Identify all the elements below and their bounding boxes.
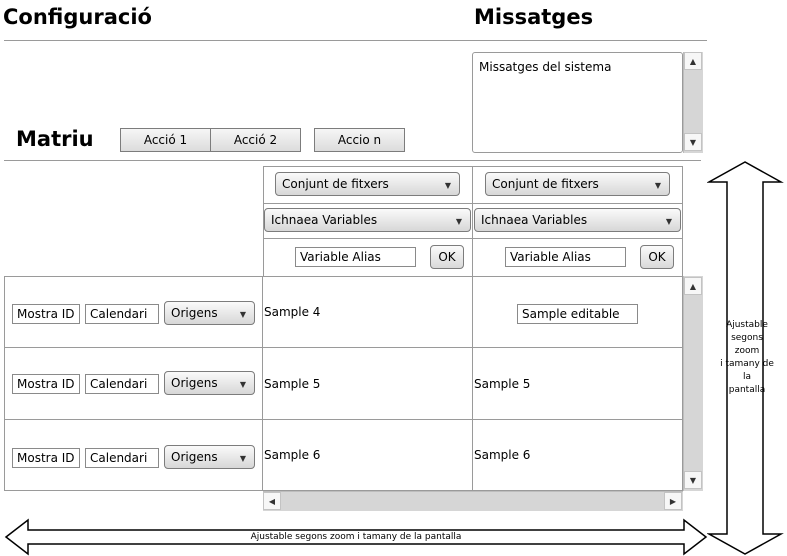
calendar-input[interactable]: Calendari xyxy=(85,374,159,394)
sample-cell: Sample 4 xyxy=(264,305,321,319)
horizontal-note: Ajustable segons zoom i tamany de la pan… xyxy=(250,532,462,542)
calendar-input[interactable]: Calendari xyxy=(85,448,159,468)
matrix-divider xyxy=(4,160,701,161)
messages-scrollbar[interactable]: ▲ ▼ xyxy=(683,52,703,153)
messages-box: Missatges del sistema xyxy=(472,52,683,153)
origins-select[interactable]: Origens ▼ xyxy=(164,301,255,325)
chevron-down-icon: ▼ xyxy=(239,454,246,463)
chevron-down-icon: ▼ xyxy=(444,181,451,190)
scroll-right-icon[interactable]: ▶ xyxy=(664,492,682,510)
action-1-button[interactable]: Acció 1 xyxy=(120,128,211,152)
origins-select[interactable]: Origens ▼ xyxy=(164,445,255,469)
grid-vertical-scrollbar[interactable]: ▲ ▼ xyxy=(683,276,703,491)
header-divider xyxy=(4,40,707,41)
chevron-down-icon: ▼ xyxy=(239,380,246,389)
ok-button-col2[interactable]: OK xyxy=(640,245,674,269)
messages-title: Missatges xyxy=(474,5,594,29)
sample-editable-input[interactable]: Sample editable xyxy=(517,304,638,324)
matrix-title: Matriu xyxy=(16,127,94,151)
scroll-up-icon[interactable]: ▲ xyxy=(684,52,702,70)
scroll-down-icon[interactable]: ▼ xyxy=(684,471,702,489)
scroll-down-icon[interactable]: ▼ xyxy=(684,133,702,151)
vertical-note: Ajustable segons zoom i tamany de la pan… xyxy=(720,320,774,395)
variable-alias-input-col2[interactable]: Variable Alias xyxy=(505,247,626,267)
messages-content: Missatges del sistema xyxy=(479,60,612,74)
action-n-button[interactable]: Accio n xyxy=(314,128,405,152)
chevron-down-icon: ▼ xyxy=(654,181,661,190)
sample-cell: Sample 5 xyxy=(264,377,321,391)
fileset-select-col2[interactable]: Conjunt de fitxers ▼ xyxy=(485,172,670,196)
fileset-select-col1[interactable]: Conjunt de fitxers ▼ xyxy=(275,172,460,196)
origins-select[interactable]: Origens ▼ xyxy=(164,371,255,395)
chevron-down-icon: ▼ xyxy=(665,217,672,226)
config-title: Configuració xyxy=(3,5,152,29)
action-2-button[interactable]: Acció 2 xyxy=(210,128,301,152)
calendar-input[interactable]: Calendari xyxy=(85,304,159,324)
chevron-down-icon: ▼ xyxy=(239,310,246,319)
ok-button-col1[interactable]: OK xyxy=(430,245,464,269)
sample-id-input[interactable]: Mostra ID xyxy=(12,374,80,394)
sample-cell: Sample 6 xyxy=(264,448,321,462)
sample-cell: Sample 6 xyxy=(474,448,531,462)
variables-select-col1[interactable]: Ichnaea Variables ▼ xyxy=(264,208,471,232)
variables-select-col2[interactable]: Ichnaea Variables ▼ xyxy=(474,208,681,232)
variable-alias-input-col1[interactable]: Variable Alias xyxy=(295,247,416,267)
grid-horizontal-scrollbar[interactable]: ◀ ▶ xyxy=(263,491,683,511)
sample-id-input[interactable]: Mostra ID xyxy=(12,448,80,468)
sample-id-input[interactable]: Mostra ID xyxy=(12,304,80,324)
chevron-down-icon: ▼ xyxy=(455,217,462,226)
sample-cell: Sample 5 xyxy=(474,377,531,391)
scroll-up-icon[interactable]: ▲ xyxy=(684,277,702,295)
scroll-left-icon[interactable]: ◀ xyxy=(263,492,281,510)
